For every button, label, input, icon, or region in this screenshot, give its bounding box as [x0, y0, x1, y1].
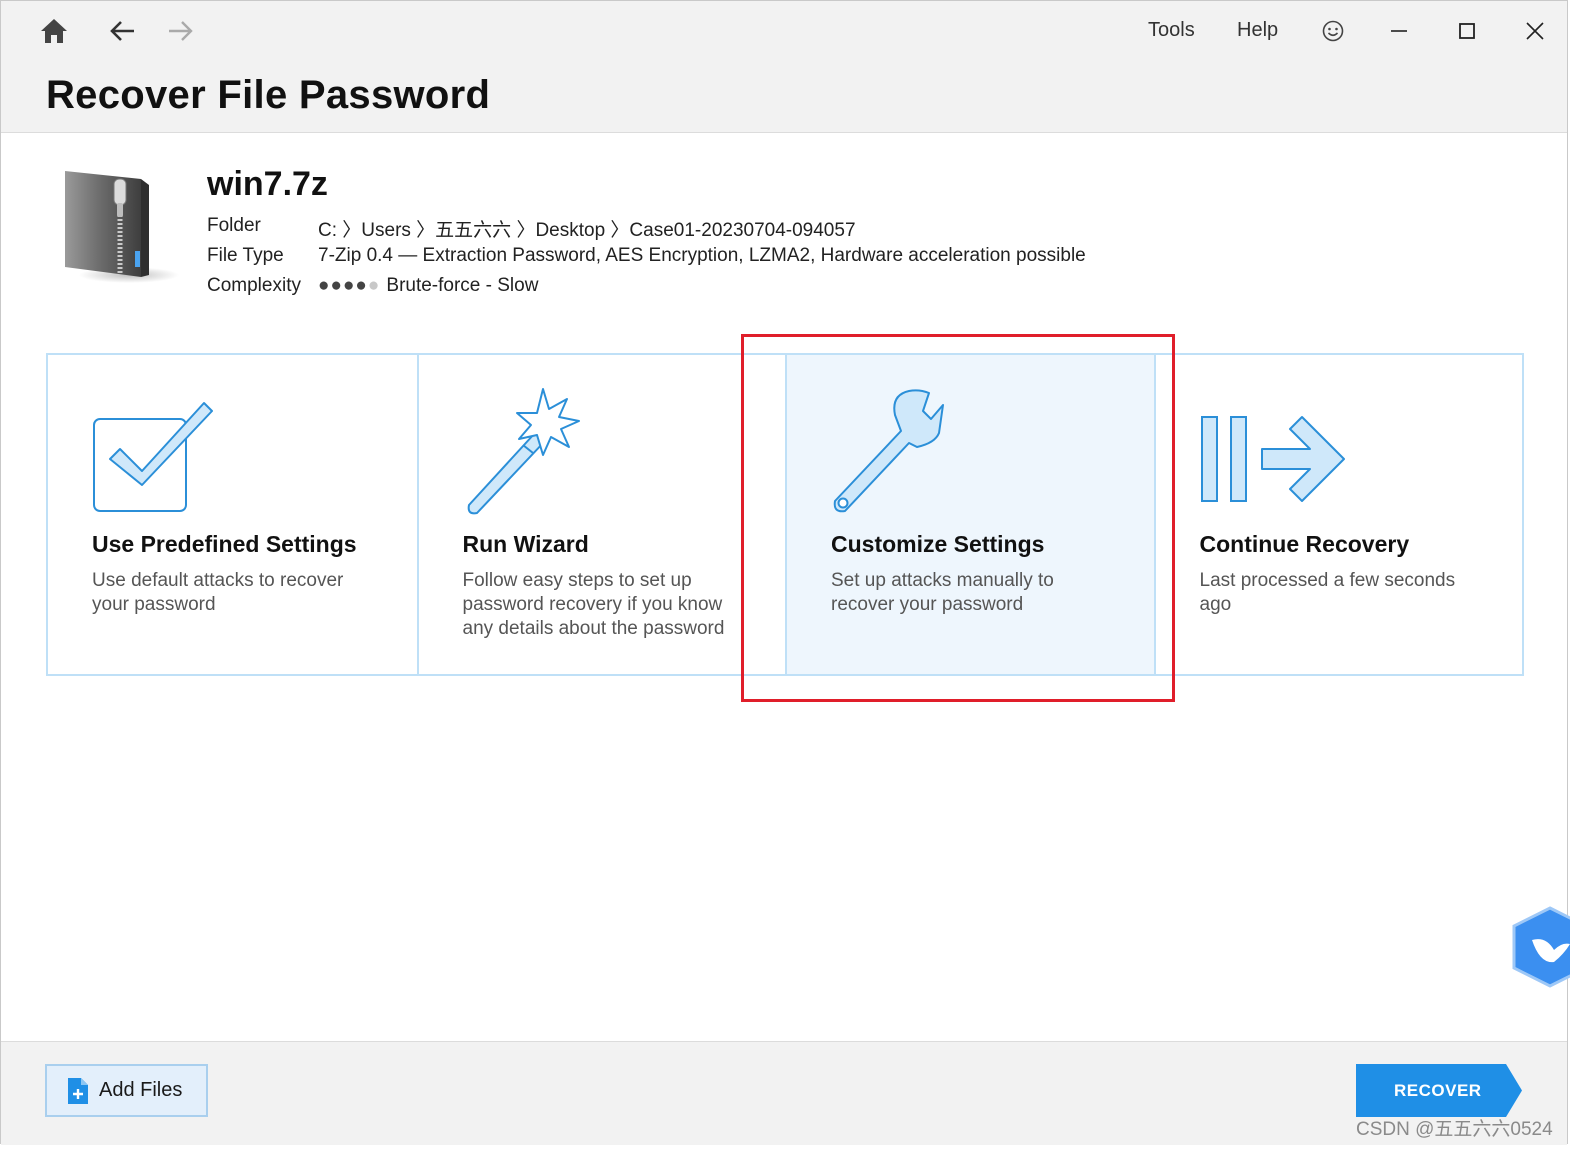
menu-help[interactable]: Help [1237, 19, 1278, 42]
add-file-icon [68, 1077, 88, 1104]
page-title: Recover File Password [46, 73, 491, 117]
complexity-label: Complexity [207, 275, 301, 296]
maximize-icon [1459, 23, 1475, 39]
filetype-value: 7-Zip 0.4 — Extraction Password, AES Enc… [318, 245, 1086, 266]
home-icon [41, 19, 67, 43]
footer: Add Files RECOVER [1, 1041, 1567, 1145]
folder-label: Folder [207, 215, 261, 236]
card-continue-recovery[interactable]: Continue Recovery Last processed a few s… [1153, 355, 1523, 674]
complexity-dots-empty: ● [367, 275, 381, 296]
card-description: Set up attacks manually to recover your … [831, 570, 1054, 615]
folder-path[interactable]: C: 〉Users 〉五五六六 〉Desktop 〉Case01-2023070… [318, 215, 856, 242]
watermark: CSDN @五五六六0524 [1356, 1119, 1553, 1140]
header: Tools Help Recover File Password [1, 1, 1567, 133]
feedback-button[interactable] [1313, 11, 1353, 51]
complexity-dots: ●●●●● [318, 275, 380, 296]
card-title: Run Wizard [462, 531, 589, 557]
filetype-row: File Type 7-Zip 0.4 — Extraction Passwor… [207, 245, 1086, 267]
card-title: Continue Recovery [1199, 531, 1410, 557]
back-button[interactable] [102, 11, 142, 51]
card-customize-settings[interactable]: Customize Settings Set up attacks manual… [785, 355, 1154, 674]
complexity-value: ●●●●● Brute-force - Slow [318, 275, 538, 297]
card-description: Use default attacks to recover your pass… [92, 570, 344, 615]
recovery-options: Use Predefined Settings Use default atta… [46, 353, 1524, 676]
forward-button[interactable] [161, 11, 201, 51]
add-files-label: Add Files [99, 1079, 183, 1101]
complexity-text: Brute-force - Slow [386, 275, 539, 296]
arrow-right-icon [169, 21, 193, 41]
minimize-button[interactable] [1376, 9, 1422, 53]
complexity-row: Complexity ●●●●● Brute-force - Slow [207, 275, 538, 297]
complexity-dots-filled: ●●●● [318, 275, 368, 296]
home-button[interactable] [34, 11, 74, 51]
close-icon [1526, 22, 1544, 40]
menu-tools[interactable]: Tools [1148, 19, 1195, 42]
app-window: Tools Help Recover File Password win7.7z… [0, 0, 1568, 1145]
continue-arrow-icon [1200, 387, 1350, 517]
card-description: Follow easy steps to set up password rec… [462, 570, 725, 639]
card-predefined-settings[interactable]: Use Predefined Settings Use default atta… [48, 355, 417, 674]
card-title: Use Predefined Settings [92, 531, 357, 557]
card-run-wizard[interactable]: Run Wizard Follow easy steps to set up p… [416, 355, 786, 674]
magic-wand-icon [463, 387, 593, 517]
card-description: Last processed a few seconds ago [1199, 570, 1456, 615]
card-title: Customize Settings [831, 531, 1045, 557]
add-files-button[interactable]: Add Files [45, 1064, 208, 1117]
recover-button[interactable]: RECOVER [1356, 1064, 1522, 1117]
file-name: win7.7z [207, 165, 328, 203]
zip-archive-icon [59, 165, 179, 285]
maximize-button[interactable] [1444, 9, 1490, 53]
folder-row: Folder C: 〉Users 〉五五六六 〉Desktop 〉Case01-… [207, 215, 856, 242]
checkbox-icon [92, 387, 222, 517]
minimize-icon [1391, 30, 1407, 32]
floating-assistant-icon[interactable] [1510, 906, 1587, 988]
wrench-icon [831, 387, 961, 517]
smiley-icon [1322, 20, 1344, 42]
filetype-label: File Type [207, 245, 284, 266]
arrow-left-icon [110, 21, 134, 41]
close-button[interactable] [1512, 9, 1558, 53]
